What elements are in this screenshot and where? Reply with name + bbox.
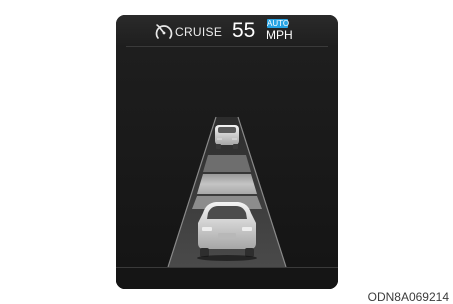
cruise-speedometer-icon [155,24,173,39]
gap-bar-2 [197,174,257,194]
page: CRUISE 55 AUTO MPH ODN8A069214 [0,0,453,304]
instrument-cluster-display: CRUISE 55 AUTO MPH [116,15,338,289]
auto-mode-badge: AUTO [267,19,290,28]
speed-unit-label: MPH [266,28,293,42]
cruise-status-bar: CRUISE 55 AUTO MPH [116,15,338,47]
set-speed-value: 55 [232,19,256,42]
bottom-info-band [116,267,338,289]
gap-bar-1 [203,155,251,172]
cruise-label: CRUISE [175,25,223,39]
driving-scene [116,47,338,289]
figure-code: ODN8A069214 [367,290,449,304]
